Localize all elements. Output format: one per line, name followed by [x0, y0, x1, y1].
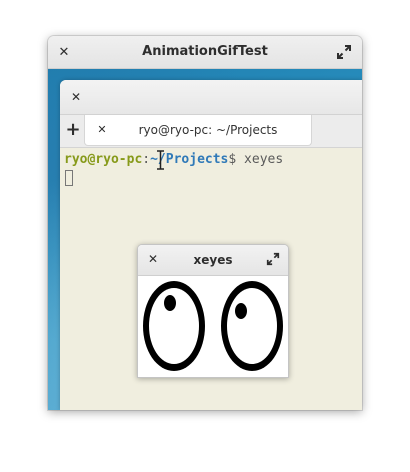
tab-label: ryo@ryo-pc: ~/Projects [138, 123, 278, 137]
terminal-close-button[interactable]: ✕ [68, 89, 84, 105]
terminal-window: ✕ + ✕ ryo@ryo-pc: ~/Projects ryo@ryo-pc:… [60, 80, 362, 410]
terminal-text-cursor [65, 170, 73, 186]
prompt-user: ryo@ryo-pc [64, 152, 143, 167]
new-tab-button[interactable]: + [64, 121, 82, 139]
right-eye-icon [221, 281, 283, 371]
left-eye-icon [143, 281, 205, 371]
xeyes-eyes [143, 281, 283, 371]
right-pupil [235, 303, 247, 319]
terminal-command: xeyes [236, 152, 284, 167]
xeyes-window: ✕ xeyes [137, 244, 289, 378]
terminal-tab[interactable]: ✕ ryo@ryo-pc: ~/Projects [84, 115, 312, 146]
terminal-prompt-line: ryo@ryo-pc:~/Projects$ xeyes [64, 151, 283, 169]
outer-headerbar[interactable]: ✕ AnimationGifTest [48, 36, 362, 69]
tab-close-button[interactable]: ✕ [95, 122, 109, 136]
mouse-ibeam-cursor-icon [157, 150, 164, 170]
terminal-tab-bar: + ✕ ryo@ryo-pc: ~/Projects [60, 115, 362, 148]
animationgiftest-window: ✕ AnimationGifTest ✕ + ✕ ryo@ryo-pc: ~/P… [48, 36, 362, 410]
outer-maximize-icon[interactable] [336, 44, 352, 60]
left-pupil [164, 295, 176, 311]
xeyes-maximize-icon[interactable] [266, 252, 280, 266]
prompt-separator: : [142, 152, 151, 167]
outer-window-title: AnimationGifTest [142, 44, 268, 59]
terminal-headerbar[interactable]: ✕ [60, 80, 362, 115]
xeyes-headerbar[interactable]: ✕ xeyes [138, 245, 288, 276]
